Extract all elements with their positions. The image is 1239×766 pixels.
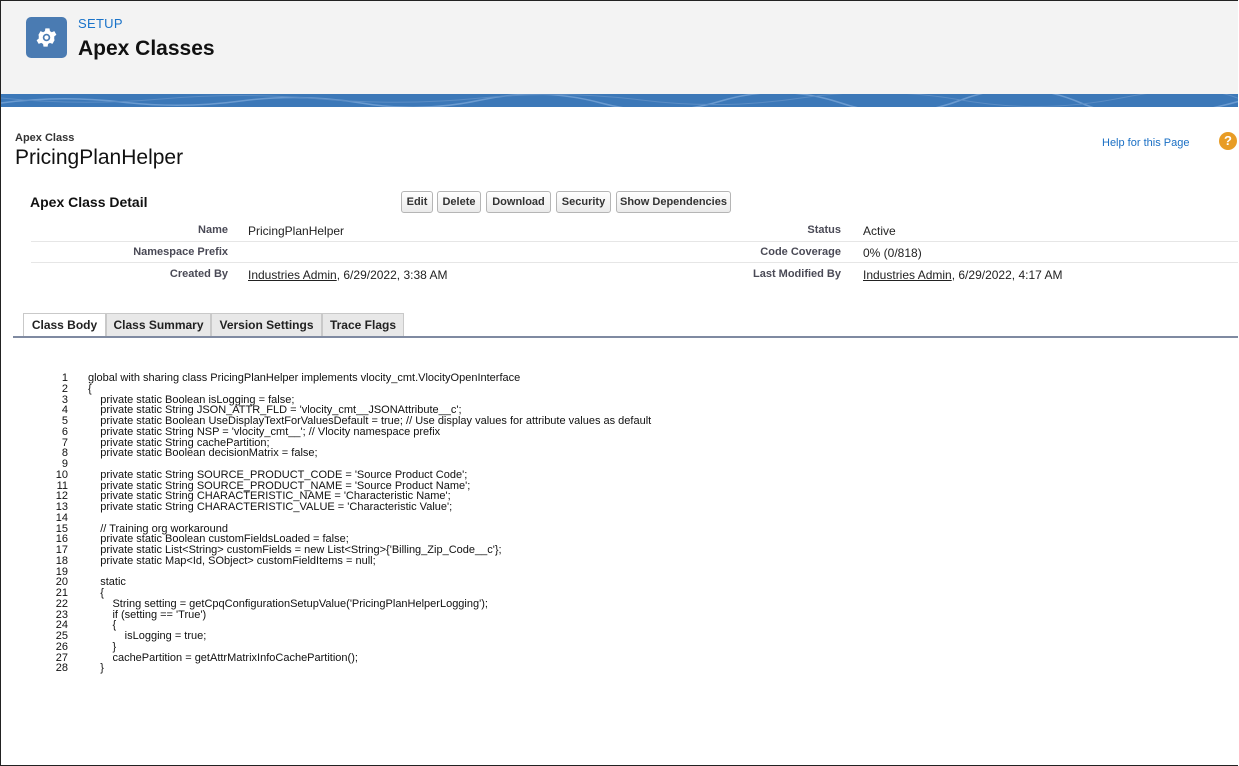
modified-by-user-link[interactable]: Industries Admin: [863, 268, 952, 282]
status-label: Status: [807, 224, 841, 236]
created-by-value: Industries Admin, 6/29/2022, 3:38 AM: [248, 268, 447, 282]
code-text: private static Map<Id, SObject> customFi…: [88, 554, 376, 567]
setup-label: SETUP: [78, 16, 123, 31]
code-coverage-value: 0% (0/818): [863, 246, 922, 260]
status-value: Active: [863, 224, 896, 238]
gear-icon: [36, 28, 57, 47]
show-dependencies-button[interactable]: Show Dependencies: [616, 191, 731, 213]
last-modified-by-value: Industries Admin, 6/29/2022, 4:17 AM: [863, 268, 1062, 282]
detail-section-title: Apex Class Detail: [30, 194, 148, 210]
line-number: 6: [61, 425, 68, 438]
name-value: PricingPlanHelper: [248, 224, 345, 238]
question-icon[interactable]: ?: [1219, 132, 1237, 150]
line-number: 8: [61, 447, 68, 460]
code-text: private static String CHARACTERISTIC_VAL…: [88, 501, 453, 513]
edit-button[interactable]: Edit: [401, 191, 433, 213]
tab-class-body[interactable]: Class Body: [23, 313, 106, 338]
line-number: 5: [61, 415, 68, 427]
setup-gear-icon-box: [26, 17, 67, 58]
tab-version-settings[interactable]: Version Settings: [211, 313, 322, 337]
created-by-user-link[interactable]: Industries Admin: [248, 268, 337, 282]
code-text: global with sharing class PricingPlanHel…: [88, 372, 521, 384]
row-divider: [31, 262, 1238, 263]
row-divider: [31, 241, 1238, 242]
last-modified-by-label: Last Modified By: [752, 268, 841, 280]
line-number: 28: [55, 662, 68, 675]
code-text: }: [88, 662, 104, 675]
help-link[interactable]: Help for this Page: [1102, 137, 1189, 149]
setup-header: SETUP Apex Classes: [1, 1, 1238, 95]
code-coverage-label: Code Coverage: [760, 246, 841, 258]
line-number: 4: [61, 404, 68, 417]
created-date: , 6/29/2022, 3:38 AM: [336, 268, 448, 282]
record-name: PricingPlanHelper: [15, 146, 184, 169]
line-number: 2: [61, 382, 68, 395]
line-number: 7: [61, 436, 68, 449]
page-frame: SETUP Apex Classes Apex Class PricingPla…: [0, 0, 1238, 766]
name-label: Name: [198, 224, 228, 236]
code-text: cachePartition = getAttrMatrixInfoCacheP…: [88, 651, 358, 664]
delete-button[interactable]: Delete: [437, 191, 481, 213]
security-button[interactable]: Security: [556, 191, 611, 213]
namespace-label: Namespace Prefix: [133, 246, 228, 258]
decorative-banner: [1, 94, 1238, 107]
download-button[interactable]: Download: [486, 191, 551, 213]
created-by-label: Created By: [169, 268, 228, 280]
tab-trace-flags[interactable]: Trace Flags: [322, 313, 404, 337]
modified-date: , 6/29/2022, 4:17 AM: [951, 268, 1063, 282]
record-type-label: Apex Class: [15, 132, 75, 144]
tab-class-summary[interactable]: Class Summary: [106, 313, 211, 337]
class-body-code: 1 global with sharing class PricingPlanHe…: [1, 338, 1238, 765]
line-number: 3: [61, 393, 68, 406]
code-text: private static Boolean decisionMatrix = …: [88, 447, 318, 460]
page-title: Apex Classes: [78, 37, 215, 60]
line-number: 1: [61, 372, 68, 384]
